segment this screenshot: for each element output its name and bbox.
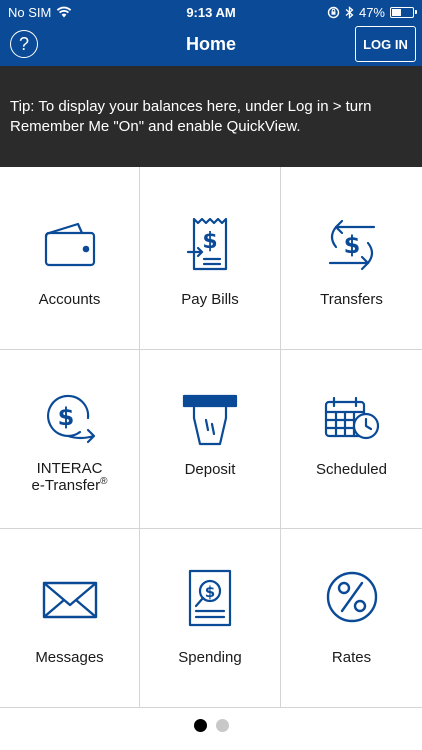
tile-label: Rates bbox=[331, 649, 372, 666]
calendar-clock-icon bbox=[324, 396, 379, 440]
svg-text:$: $ bbox=[343, 231, 360, 259]
status-left: No SIM bbox=[8, 5, 72, 20]
deposit-cheque-icon bbox=[182, 394, 238, 446]
tile-label: Transfers bbox=[320, 291, 383, 308]
tile-label: INTERAC e-Transfer® bbox=[0, 460, 139, 494]
etransfer-dollar-icon: $ bbox=[46, 394, 95, 444]
battery-icon bbox=[390, 6, 417, 18]
svg-text:$: $ bbox=[57, 403, 74, 431]
carrier-label: No SIM bbox=[8, 4, 52, 20]
tile-rates[interactable]: Rates bbox=[281, 529, 422, 708]
tile-label: Accounts bbox=[38, 291, 101, 308]
tile-label-line2-text: e-Transfer bbox=[31, 477, 101, 494]
help-question-icon: ? bbox=[18, 33, 29, 54]
status-right: 47% bbox=[327, 4, 417, 20]
registered-mark: ® bbox=[100, 476, 108, 487]
status-bar: No SIM 9:13 AM 47% bbox=[0, 0, 422, 24]
page-dot[interactable] bbox=[215, 718, 229, 732]
wallet-icon bbox=[44, 222, 95, 267]
tile-interac-etransfer[interactable]: $ INTERAC e-Transfer® bbox=[0, 350, 140, 529]
tip-banner: Tip: To display your balances here, unde… bbox=[0, 66, 422, 167]
page-indicator[interactable] bbox=[0, 712, 422, 738]
help-button[interactable]: ? bbox=[10, 30, 38, 58]
tile-accounts[interactable]: Accounts bbox=[0, 167, 140, 350]
battery-percent: 47% bbox=[358, 4, 385, 20]
log-in-button[interactable]: LOG IN bbox=[355, 26, 416, 62]
page-dot[interactable] bbox=[193, 718, 207, 732]
tile-scheduled[interactable]: Scheduled bbox=[281, 350, 422, 529]
tile-label: Messages bbox=[35, 649, 104, 666]
tile-deposit[interactable]: Deposit bbox=[140, 350, 281, 529]
wifi-icon bbox=[57, 6, 72, 18]
percent-icon bbox=[326, 571, 377, 623]
tile-pay-bills[interactable]: $ Pay Bills bbox=[140, 167, 281, 350]
grid-bottom-divider bbox=[0, 707, 422, 708]
tile-label-line1: INTERAC bbox=[36, 460, 103, 477]
tile-label: Pay Bills bbox=[181, 291, 239, 308]
navigation-bar: ? Home LOG IN bbox=[0, 24, 422, 66]
tip-text: Tip: To display your balances here, unde… bbox=[10, 98, 372, 135]
tile-label: Spending bbox=[178, 649, 242, 666]
home-tile-grid: Accounts $ Pay Bills $ Transfers $ INTER… bbox=[0, 167, 422, 708]
tile-label: Scheduled bbox=[316, 461, 387, 478]
tile-messages[interactable]: Messages bbox=[0, 529, 140, 708]
bluetooth-icon bbox=[345, 5, 354, 19]
tile-label: Deposit bbox=[184, 461, 236, 478]
svg-text:$: $ bbox=[205, 583, 215, 601]
svg-text:$: $ bbox=[202, 229, 217, 254]
tile-label-line2: e-Transfer® bbox=[0, 476, 139, 495]
orientation-lock-icon bbox=[327, 6, 340, 18]
transfer-arrows-icon: $ bbox=[328, 219, 375, 271]
tile-transfers[interactable]: $ Transfers bbox=[281, 167, 422, 350]
envelope-icon bbox=[42, 581, 97, 619]
spending-report-icon: $ bbox=[188, 569, 232, 627]
tile-spending[interactable]: $ Spending bbox=[140, 529, 281, 708]
bill-receipt-icon: $ bbox=[186, 217, 228, 271]
